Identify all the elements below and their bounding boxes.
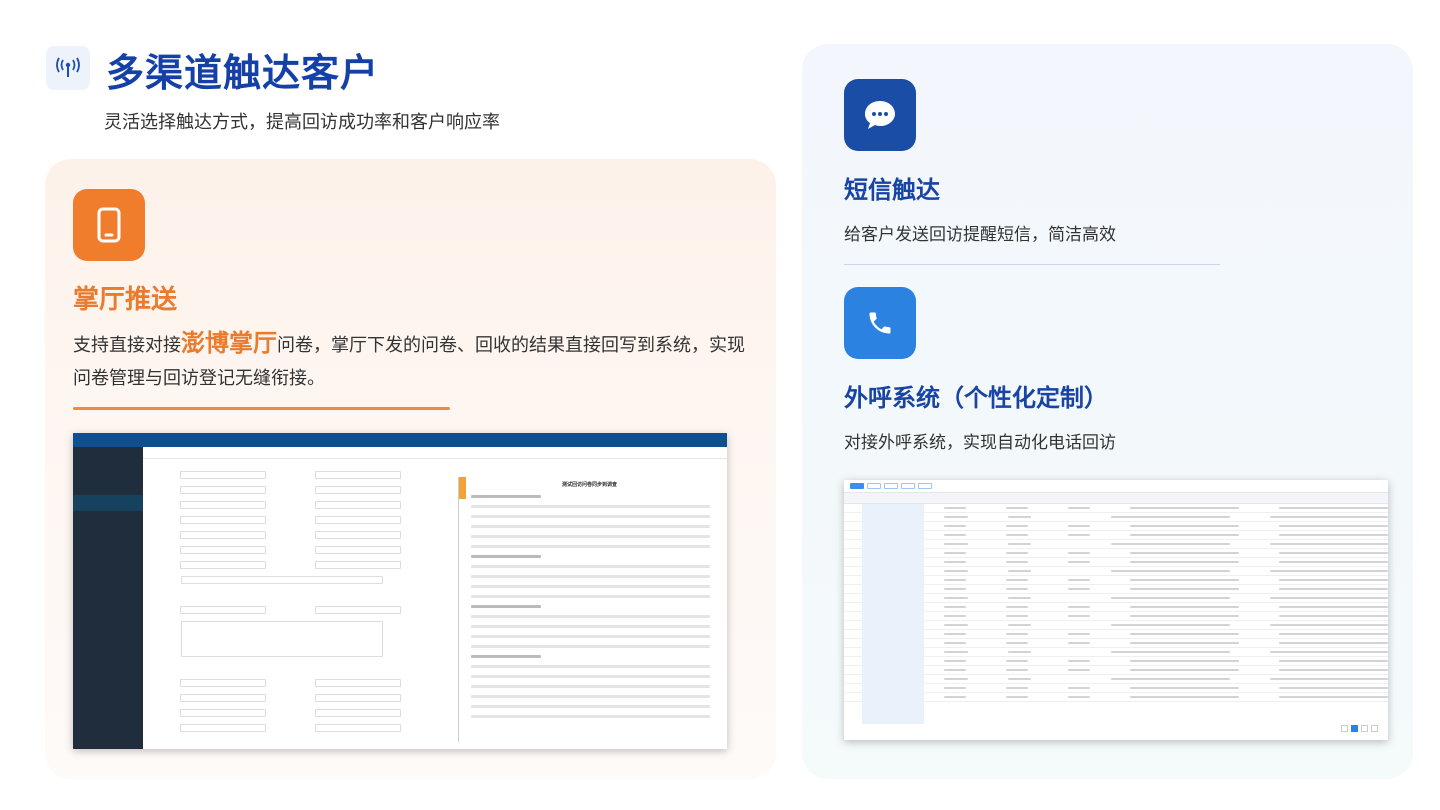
screenshot-form	[145, 469, 415, 739]
table-row	[844, 603, 1388, 612]
highlight-product-name: 澎博掌厅	[181, 329, 277, 357]
outbound-call-title: 外呼系统（个性化定制）	[844, 384, 1108, 412]
app-push-card: 掌厅推送 支持直接对接澎博掌厅问卷，掌厅下发的问卷、回收的结果直接回写到系统，实…	[45, 159, 776, 779]
app-push-title: 掌厅推送	[73, 285, 178, 315]
table-row	[844, 558, 1388, 567]
page-title: 多渠道触达客户	[106, 51, 380, 95]
call-records-screenshot	[844, 480, 1388, 740]
screenshot-table-header	[844, 492, 1388, 504]
table-row	[844, 540, 1388, 549]
table-row	[844, 693, 1388, 702]
table-row	[844, 522, 1388, 531]
screenshot-top-nav	[73, 433, 727, 447]
screenshot-pagination	[1338, 725, 1378, 732]
table-row	[844, 630, 1388, 639]
outbound-call-description: 对接外呼系统，实现自动化电话回访	[844, 433, 1116, 453]
table-row	[844, 567, 1388, 576]
divider	[844, 264, 1220, 265]
screenshot-highlight-column	[862, 504, 924, 724]
table-row	[844, 612, 1388, 621]
sms-description: 给客户发送回访提醒短信，简洁高效	[844, 225, 1116, 245]
questionnaire-screenshot: 测试回访问卷同步到调查	[73, 433, 727, 749]
table-row	[844, 657, 1388, 666]
chat-bubble-icon	[844, 79, 916, 151]
table-row	[844, 576, 1388, 585]
page-subtitle: 灵活选择触达方式，提高回访成功率和客户响应率	[104, 112, 500, 133]
table-row	[844, 621, 1388, 630]
channels-card: 短信触达 给客户发送回访提醒短信，简洁高效 外呼系统（个性化定制） 对接外呼系统…	[802, 44, 1413, 779]
mobile-phone-icon	[73, 189, 145, 261]
antenna-signal-icon	[46, 46, 90, 90]
table-row	[844, 684, 1388, 693]
screenshot-panel-title: 测试回访问卷同步到调查	[561, 482, 617, 488]
table-row	[844, 585, 1388, 594]
divider	[73, 407, 450, 410]
screenshot-toolbar	[844, 480, 1388, 492]
screenshot-tabs	[143, 447, 727, 459]
desc-text: 支持直接对接	[73, 335, 181, 356]
sms-title: 短信触达	[844, 176, 940, 204]
app-push-description: 支持直接对接澎博掌厅问卷，掌厅下发的问卷、回收的结果直接回写到系统，实现问卷管理…	[73, 327, 753, 395]
phone-handset-icon	[844, 287, 916, 359]
table-row	[844, 648, 1388, 657]
table-row	[844, 666, 1388, 675]
table-row	[844, 549, 1388, 558]
screenshot-questionnaire-panel: 测试回访问卷同步到调查	[458, 477, 720, 742]
screenshot-table-body	[844, 504, 1388, 702]
table-row	[844, 504, 1388, 513]
screenshot-sidebar	[73, 447, 143, 749]
table-row	[844, 594, 1388, 603]
table-row	[844, 513, 1388, 522]
table-row	[844, 639, 1388, 648]
table-row	[844, 675, 1388, 684]
table-row	[844, 531, 1388, 540]
